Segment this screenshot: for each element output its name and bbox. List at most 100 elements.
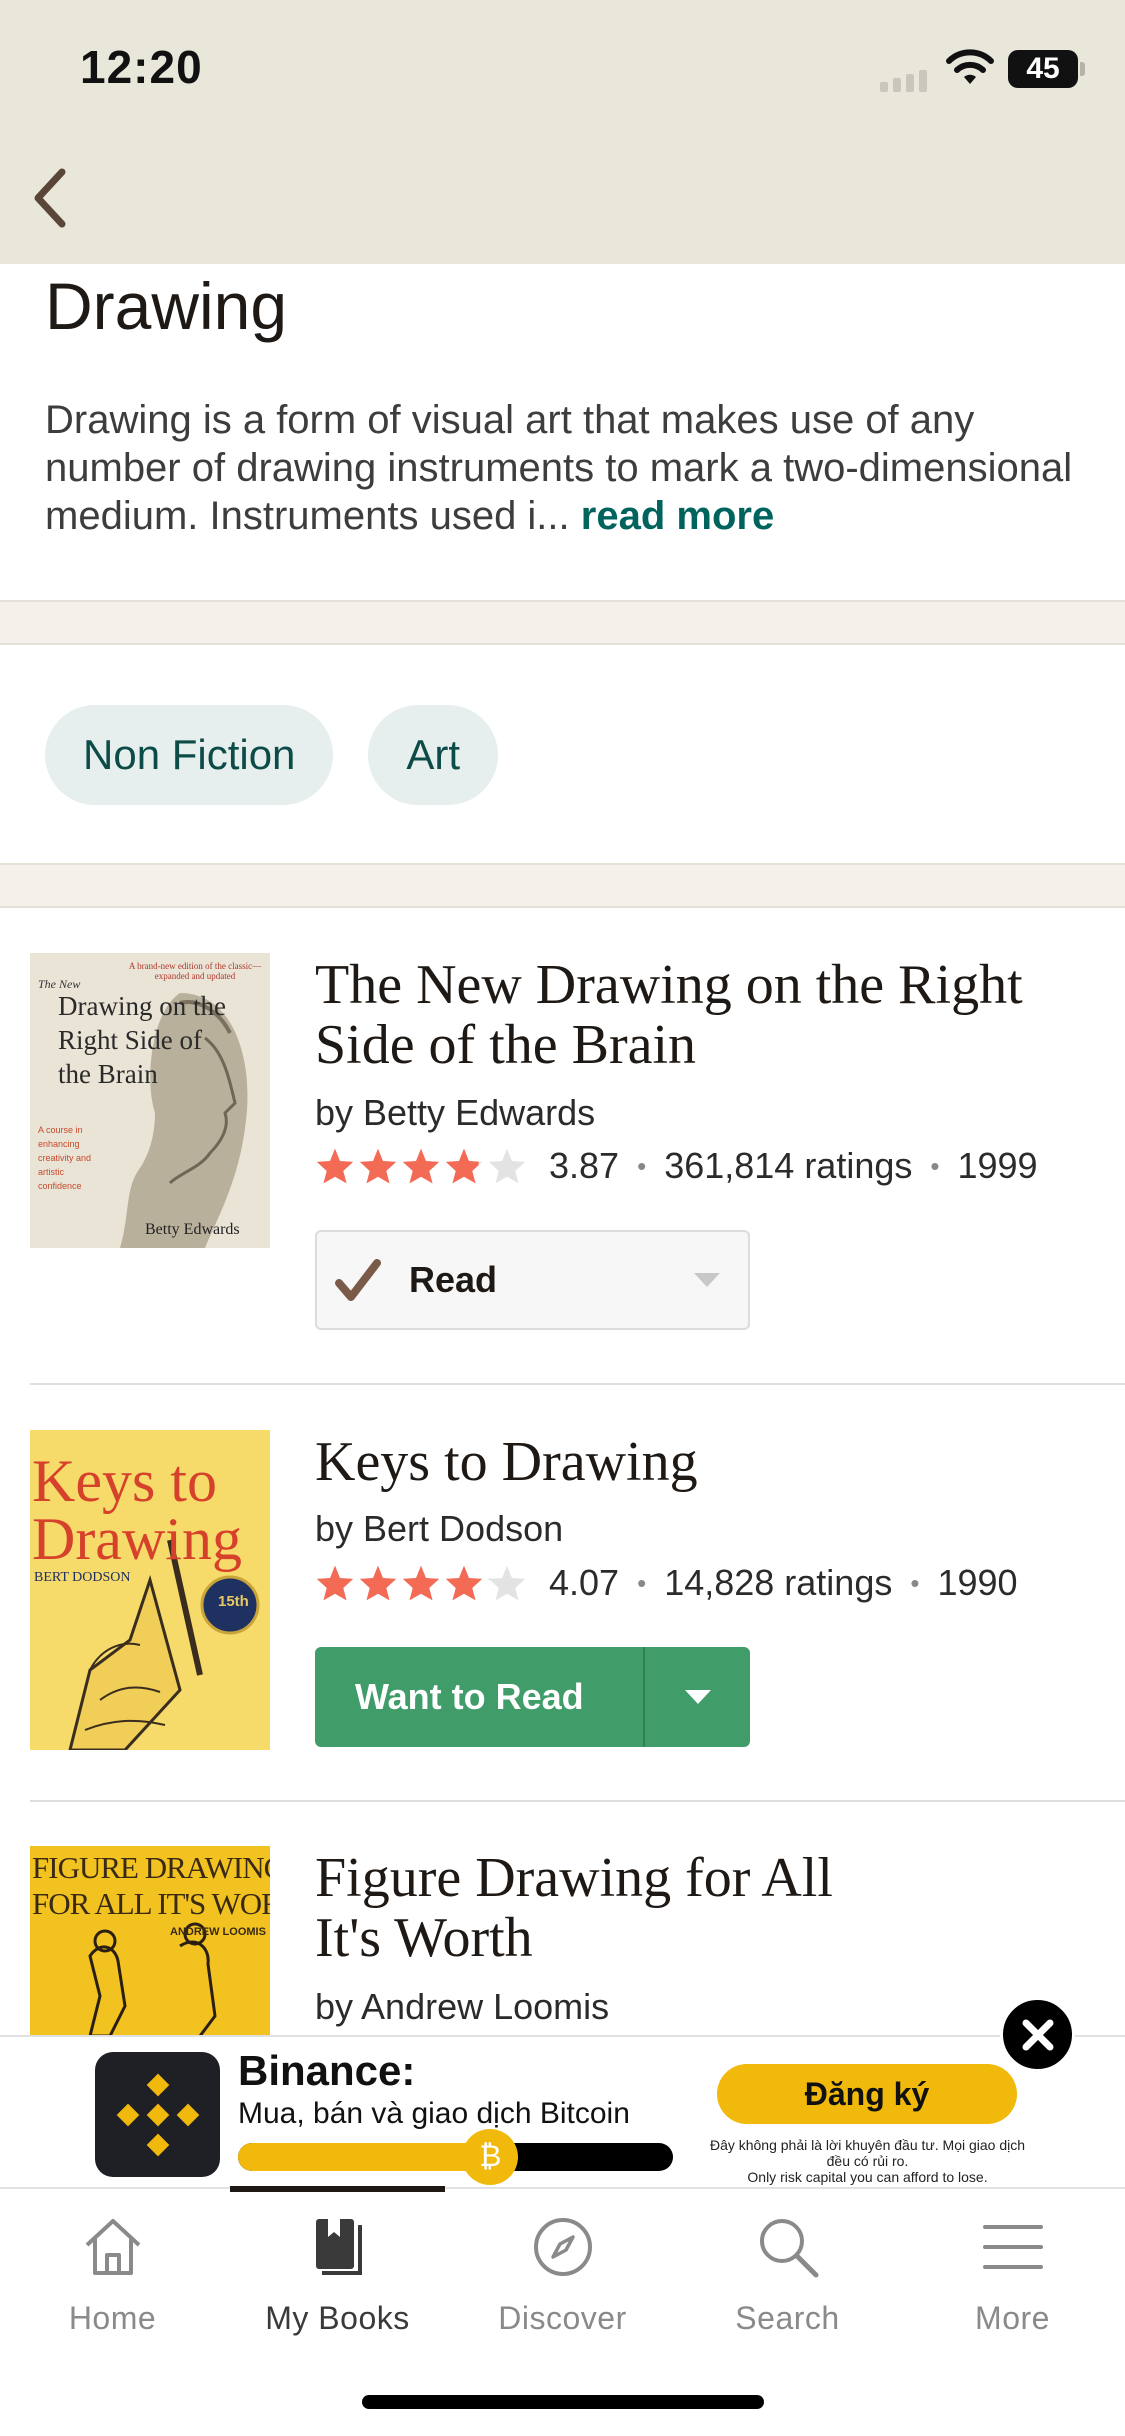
star-icon: [316, 1565, 354, 1601]
rating-row: 4.07 • 14,828 ratings • 1990: [315, 1562, 1018, 1604]
binance-logo-icon: [95, 2052, 220, 2177]
search-icon: [753, 2212, 823, 2282]
cover-title: FIGURE DRAWING FOR ALL IT'S WORTH: [32, 1850, 270, 1922]
tag-chip-art[interactable]: Art: [368, 705, 499, 805]
battery-icon: 45: [1008, 50, 1078, 88]
star-icon: [402, 1148, 440, 1184]
status-time: 12:20: [80, 41, 203, 93]
genre-description: Drawing is a form of visual art that mak…: [45, 396, 1095, 540]
book-author[interactable]: by Bert Dodson: [315, 1508, 563, 1550]
cover-title-line: Drawing: [32, 1506, 242, 1572]
shelf-label: Read: [409, 1259, 498, 1300]
want-to-read-button[interactable]: Want to Read: [315, 1647, 750, 1747]
checkmark-icon: [335, 1259, 381, 1301]
tag-chip-non-fiction[interactable]: Non Fiction: [45, 705, 334, 805]
chevron-down-icon: [694, 1273, 720, 1287]
ad-subtitle: Mua, bán và giao dịch Bitcoin: [238, 2097, 630, 2130]
publish-year: 1999: [957, 1145, 1038, 1186]
book-author[interactable]: by Betty Edwards: [315, 1092, 595, 1134]
read-more-link[interactable]: read more: [581, 494, 774, 538]
tab-more[interactable]: More: [900, 2212, 1125, 2362]
description-text: Drawing is a form of visual art that mak…: [45, 398, 1073, 538]
cover-title-line: Right Side of: [58, 1025, 203, 1055]
star-icon: [316, 1148, 354, 1184]
book-author[interactable]: by Andrew Loomis: [315, 1986, 609, 2028]
book-title[interactable]: Figure Drawing for All It's Worth: [315, 1848, 875, 1968]
cover-tagline: A brand-new edition of the classic—expan…: [128, 961, 262, 981]
ad-close-button[interactable]: [1000, 1997, 1075, 2072]
book-title[interactable]: The New Drawing on the Right Side of the…: [315, 955, 1095, 1075]
separator-dot: •: [637, 1150, 647, 1181]
star-rating: [315, 1147, 527, 1185]
book-title[interactable]: Keys to Drawing: [315, 1432, 1095, 1492]
tab-label: Home: [68, 2300, 157, 2336]
cover-title-line: the Brain: [58, 1059, 158, 1089]
section-divider: [0, 863, 1125, 908]
ad-disclaimer: Đây không phải là lời khuyên đầu tư. Mọi…: [705, 2137, 1030, 2185]
book-cover-new-drawing[interactable]: A brand-new edition of the classic—expan…: [30, 953, 270, 1248]
menu-icon: [978, 2212, 1048, 2282]
close-icon: [1022, 2019, 1053, 2050]
tab-search[interactable]: Search: [675, 2212, 900, 2362]
cover-title-line: Drawing on the: [58, 991, 226, 1021]
book-cover-figure-drawing[interactable]: FIGURE DRAWING FOR ALL IT'S WORTH ANDREW…: [30, 1846, 270, 2036]
cover-title-line: FIGURE DRAWING: [32, 1850, 270, 1885]
wifi-icon: [946, 49, 994, 84]
back-button[interactable]: [20, 160, 80, 235]
chevron-down-icon: [684, 1690, 711, 1704]
ad-signup-button[interactable]: Đăng ký: [717, 2064, 1017, 2124]
ad-disclaimer-line: Only risk capital you can afford to lose…: [747, 2169, 988, 2185]
ad-title: Binance:: [238, 2047, 416, 2094]
star-icon: [402, 1565, 440, 1601]
tab-label: More: [975, 2300, 1050, 2336]
star-icon: [488, 1148, 526, 1184]
book-cover-keys-to-drawing[interactable]: Keys to Drawing BERT DODSON 15th: [30, 1430, 270, 1750]
tab-home[interactable]: Home: [0, 2212, 225, 2362]
genre-tags: Non Fiction Art: [45, 705, 499, 805]
rating-row: 3.87 • 361,814 ratings • 1999: [315, 1145, 1038, 1187]
cover-author: BERT DODSON: [34, 1570, 131, 1585]
publish-year: 1990: [937, 1562, 1018, 1603]
separator-dot: •: [637, 1567, 647, 1598]
compass-icon: [528, 2212, 598, 2282]
active-tab-indicator: [230, 2186, 445, 2192]
tab-label: Discover: [498, 2300, 627, 2336]
section-divider: [0, 600, 1125, 645]
star-icon: [488, 1565, 526, 1601]
shelf-dropdown-button[interactable]: [645, 1688, 750, 1706]
cover-title: Keys to Drawing: [32, 1448, 242, 1572]
ad-progress-fill: [238, 2143, 491, 2171]
ad-disclaimer-line: Đây không phải là lời khuyên đầu tư. Mọi…: [709, 2137, 1026, 2169]
separator-dot: •: [930, 1150, 940, 1181]
battery-cap: [1080, 62, 1085, 76]
shelf-status-button[interactable]: Read: [315, 1230, 750, 1330]
cover-title-line: FOR ALL IT'S WORTH: [32, 1886, 270, 1921]
cover-author: Betty Edwards: [145, 1221, 240, 1238]
book-separator: [30, 1800, 1125, 1802]
book-separator: [30, 1383, 1125, 1385]
tab-label: My Books: [265, 2300, 410, 2336]
ad-banner[interactable]: Binance: Mua, bán và giao dịch Bitcoin ₿…: [0, 2035, 1125, 2187]
home-icon: [78, 2212, 148, 2282]
ratings-count: 361,814 ratings: [664, 1145, 913, 1186]
star-icon: [445, 1565, 483, 1601]
ad-progress-bar: [238, 2143, 673, 2171]
cover-author: ANDREW LOOMIS: [170, 1926, 266, 1938]
cover-title-line: Keys to: [32, 1448, 217, 1514]
bitcoin-icon: ₿: [462, 2129, 519, 2185]
chevron-left-icon: [34, 168, 66, 227]
cellular-signal-icon: [880, 70, 927, 92]
star-icon: [359, 1565, 397, 1601]
average-rating: 3.87: [549, 1145, 620, 1186]
separator-dot: •: [910, 1567, 920, 1598]
cover-badge: 15th: [218, 1593, 249, 1610]
star-rating: [315, 1564, 527, 1602]
tab-discover[interactable]: Discover: [450, 2212, 675, 2362]
want-to-read-label: Want to Read: [355, 1676, 584, 1717]
tab-my-books[interactable]: My Books: [225, 2212, 450, 2362]
cover-title: Drawing on the Right Side of the Brain: [58, 989, 226, 1091]
home-indicator: [362, 2395, 764, 2409]
book-icon: [303, 2212, 373, 2282]
star-icon: [445, 1148, 483, 1184]
ratings-count: 14,828 ratings: [664, 1562, 893, 1603]
